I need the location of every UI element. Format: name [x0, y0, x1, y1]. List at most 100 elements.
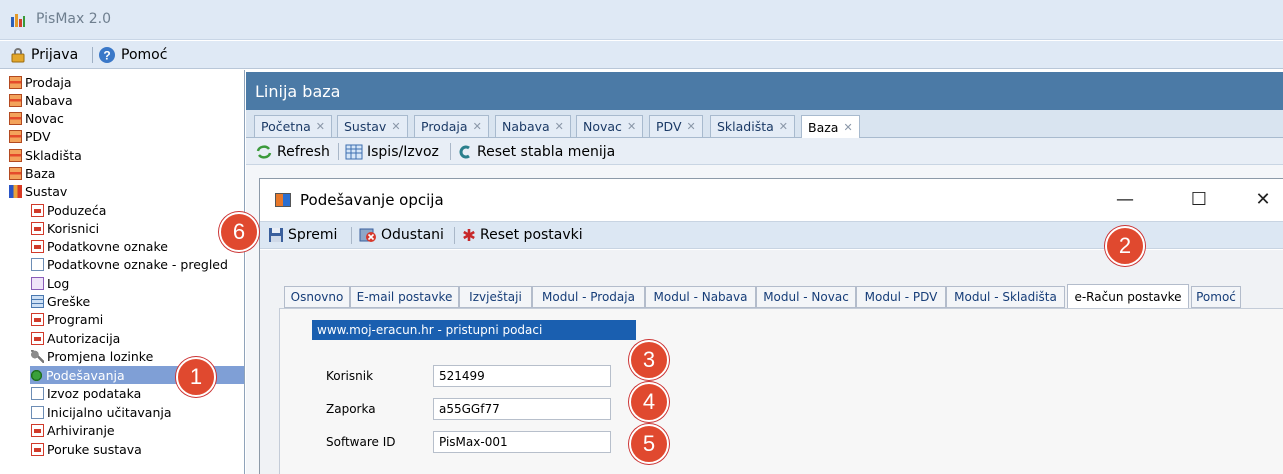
tree-item-greske[interactable]: Greške [31, 292, 90, 310]
callout-badge-2: 2 [1105, 226, 1145, 266]
callout-badge-6: 6 [219, 212, 259, 252]
tab-modul-novac[interactable]: Modul - Novac [756, 286, 856, 308]
tab-novac[interactable]: Novac ✕ [576, 115, 644, 137]
tree-item-prodaja[interactable]: Prodaja [9, 73, 72, 91]
form-icon [31, 239, 44, 253]
save-label: Spremi [288, 227, 338, 243]
title-bar: PisMax 2.0 [0, 0, 1283, 40]
reset-settings-label: Reset postavki [480, 227, 583, 243]
form-icon [31, 312, 44, 326]
main-toolbar: Refresh Ispis/Izvoz Reset stabla menija [246, 138, 1283, 165]
tree-item-podatkovne-oznake[interactable]: Podatkovne oznake [31, 237, 168, 255]
tab-pomoc[interactable]: Pomoć [1191, 286, 1241, 308]
log-icon [31, 276, 44, 290]
tree-item-pdv[interactable]: PDV [9, 127, 51, 145]
password-label: Zaporka [326, 402, 376, 416]
tree-item-baza[interactable]: Baza [9, 164, 55, 182]
close-icon[interactable]: ✕ [1248, 189, 1278, 210]
tab-osnovno[interactable]: Osnovno [284, 286, 350, 308]
save-button[interactable]: Spremi [268, 225, 337, 245]
tree-item-izvoz-podataka[interactable]: Izvoz podataka [31, 384, 141, 402]
floppy-disk-icon [269, 228, 283, 242]
tree-item-label: Korisnici [47, 220, 100, 236]
tree-item-autorizacija[interactable]: Autorizacija [31, 329, 120, 347]
reset-settings-button[interactable]: Reset postavki [462, 225, 583, 245]
tab-label: PDV [656, 119, 682, 134]
tree-item-inicijalno-ucitavanja[interactable]: Inicijalno učitavanja [31, 403, 172, 421]
refresh-icon [256, 145, 272, 159]
folder-icon [9, 75, 22, 89]
tab-modul-nabava[interactable]: Modul - Nabava [645, 286, 756, 308]
tree-item-label: Arhiviranje [47, 422, 115, 438]
tab-izvjestaji[interactable]: Izvještaji [459, 286, 532, 308]
refresh-label: Refresh [277, 144, 330, 160]
tree-item-novac[interactable]: Novac [9, 109, 64, 127]
tree-item-log[interactable]: Log [31, 274, 69, 292]
dialog-icon [275, 193, 291, 207]
tree-item-skladista[interactable]: Skladišta [9, 146, 82, 164]
tab-pdv[interactable]: PDV ✕ [649, 115, 703, 137]
tree-item-sustav[interactable]: Sustav [9, 182, 67, 200]
close-icon[interactable]: ✕ [687, 120, 696, 133]
close-icon[interactable]: ✕ [843, 121, 852, 134]
tree-item-label: Poruke sustava [47, 441, 142, 457]
print-export-button[interactable]: Ispis/Izvoz [345, 142, 439, 162]
minimize-icon[interactable]: — [1110, 189, 1140, 210]
folder-icon [9, 166, 22, 180]
folder-icon [9, 129, 22, 143]
lock-icon [11, 48, 25, 63]
form-icon [31, 423, 44, 437]
tree-item-poduzeca[interactable]: Poduzeća [31, 201, 106, 219]
table-icon [345, 144, 363, 160]
folder-icon [9, 111, 22, 125]
tab-sustav[interactable]: Sustav ✕ [337, 115, 408, 137]
toolbar-separator [450, 143, 451, 160]
tab-prodaja[interactable]: Prodaja ✕ [414, 115, 489, 137]
tree-item-poruke-sustava[interactable]: Poruke sustava [31, 440, 142, 458]
refresh-button[interactable]: Refresh [255, 142, 330, 162]
close-icon[interactable]: ✕ [779, 120, 788, 133]
cancel-label: Odustani [381, 227, 444, 243]
close-icon[interactable]: ✕ [627, 120, 636, 133]
tab-e-racun-postavke[interactable]: e-Račun postavke [1067, 284, 1189, 308]
reset-tree-button[interactable]: Reset stabla menija [457, 142, 615, 162]
tree-item-label: Sustav [25, 183, 68, 199]
tree-item-programi[interactable]: Programi [31, 310, 103, 328]
close-icon[interactable]: ✕ [555, 120, 564, 133]
toolbar-separator [454, 227, 455, 244]
tab-label: Početna [261, 119, 311, 134]
tree-item-label: Podatkovne oznake - pregled [47, 256, 228, 272]
close-icon[interactable]: ✕ [391, 120, 400, 133]
tab-label: Nabava [502, 119, 550, 134]
document-icon [31, 405, 44, 419]
tab-skladista[interactable]: Skladišta ✕ [710, 115, 796, 137]
tab-email-postavke[interactable]: E-mail postavke [350, 286, 459, 308]
tab-pocetna[interactable]: Početna ✕ [254, 115, 333, 137]
tree-item-promjena-lozinke[interactable]: Promjena lozinke [31, 347, 153, 365]
maximize-icon[interactable]: ☐ [1184, 189, 1214, 210]
tree-item-podatkovne-oznake-pregled[interactable]: Podatkovne oznake - pregled [31, 255, 228, 273]
software-id-field[interactable]: PisMax-001 [433, 431, 611, 453]
tree-item-arhiviranje[interactable]: Arhiviranje [31, 421, 115, 439]
tree-item-label: Greške [47, 293, 91, 309]
login-menu[interactable]: Prijava [10, 45, 78, 65]
document-tabstrip: Početna ✕ Sustav ✕ Prodaja ✕ Nabava ✕ Novac ✕… [246, 110, 1283, 138]
tab-modul-skladista[interactable]: Modul - Skladišta [946, 286, 1065, 308]
tab-label: Baza [808, 119, 839, 135]
tab-nabava[interactable]: Nabava ✕ [495, 115, 571, 137]
close-icon[interactable]: ✕ [316, 120, 325, 133]
help-menu[interactable]: ? Pomoć [98, 45, 167, 65]
toolbar-separator [338, 143, 339, 160]
tree-item-korisnici[interactable]: Korisnici [31, 219, 99, 237]
tab-baza[interactable]: Baza ✕ [801, 115, 860, 138]
tab-modul-pdv[interactable]: Modul - PDV [856, 286, 946, 308]
tree-item-nabava[interactable]: Nabava [9, 91, 73, 109]
cancel-button[interactable]: Odustani [359, 225, 444, 245]
tab-modul-prodaja[interactable]: Modul - Prodaja [532, 286, 645, 308]
tree-item-label: Novac [25, 110, 64, 126]
close-icon[interactable]: ✕ [473, 120, 482, 133]
password-field[interactable]: a55GGf77 [433, 398, 611, 420]
asterisk-icon [463, 229, 475, 241]
username-field[interactable]: 521499 [433, 365, 611, 387]
tree-item-label: Prodaja [25, 74, 72, 90]
